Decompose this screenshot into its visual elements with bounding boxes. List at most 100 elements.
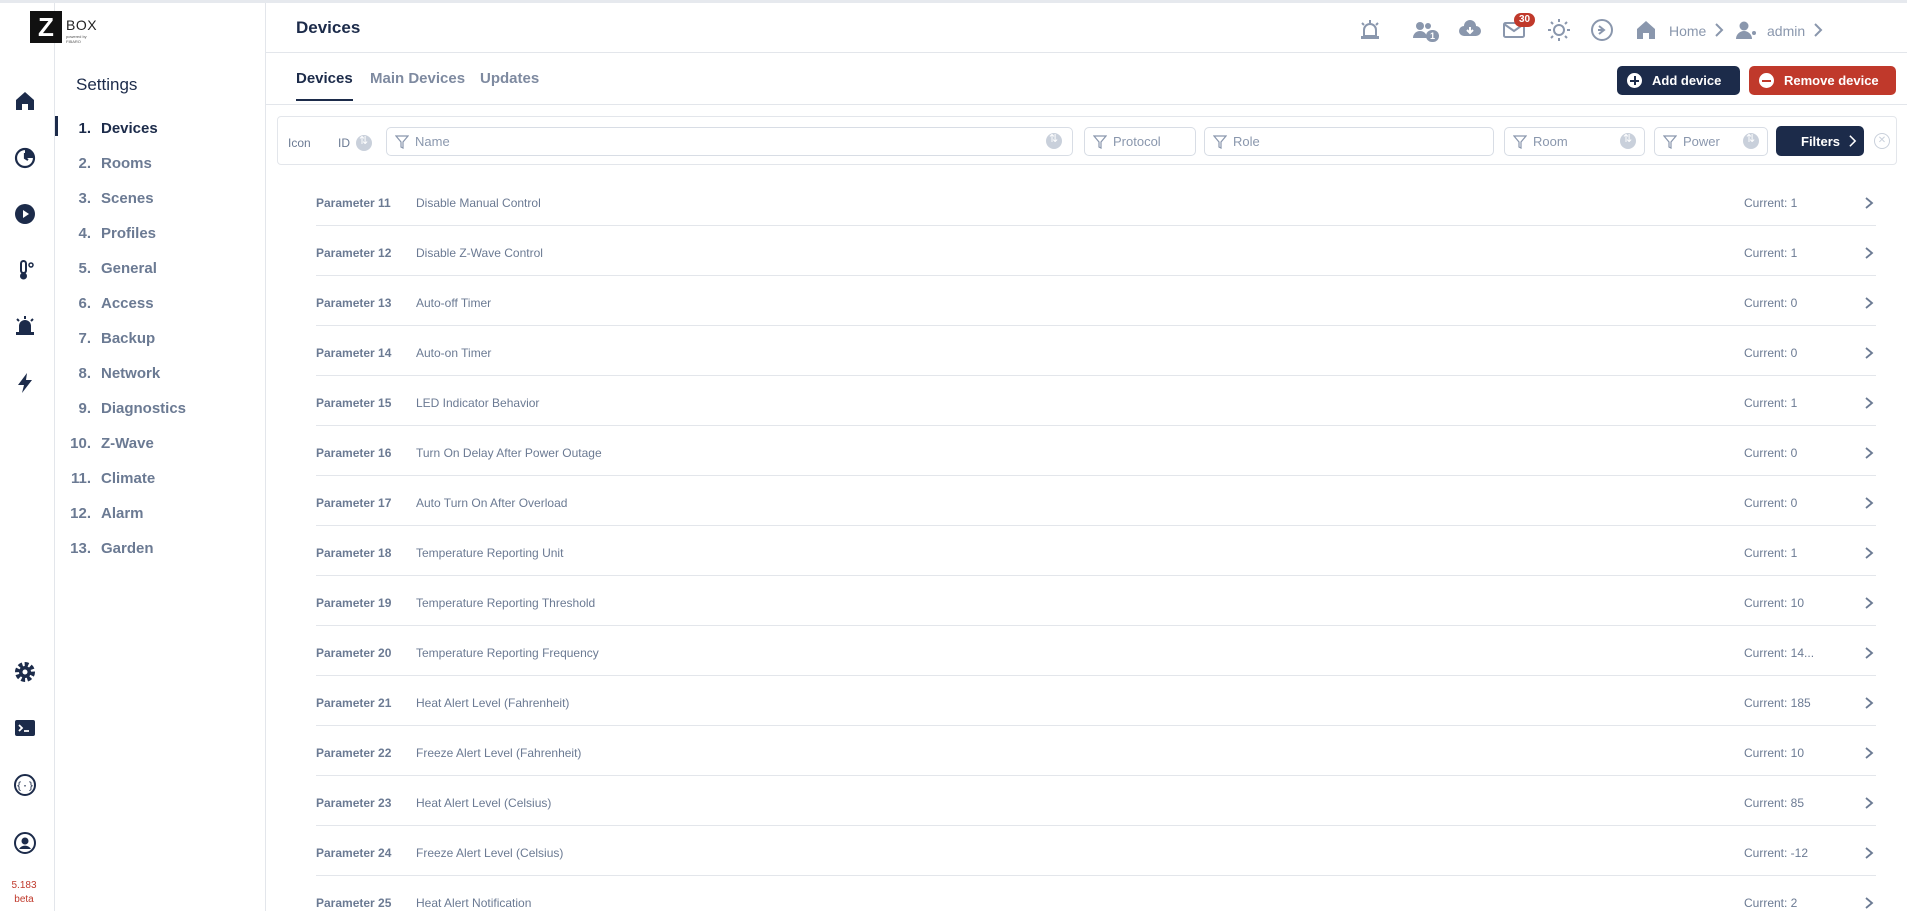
history-icon[interactable]	[12, 145, 38, 171]
sidebar-item-garden[interactable]: 13. Garden	[55, 531, 266, 566]
filters-button[interactable]: Filters	[1776, 126, 1864, 156]
column-icon-label: Icon	[288, 136, 311, 150]
parameter-name: Parameter 16	[316, 446, 392, 460]
home-icon[interactable]	[12, 88, 38, 114]
parameter-row[interactable]: Parameter 19 Temperature Reporting Thresh…	[316, 576, 1876, 626]
clear-filters-icon[interactable]: ✕	[1874, 133, 1890, 149]
api-braces-icon[interactable]: {·}	[12, 772, 38, 798]
scenes-play-icon[interactable]	[12, 201, 38, 227]
parameter-row[interactable]: Parameter 21 Heat Alert Level (Fahrenheit…	[316, 676, 1876, 726]
terminal-icon[interactable]	[12, 715, 38, 741]
tab-main-devices[interactable]: Main Devices	[370, 70, 465, 99]
sidebar-item-network[interactable]: 8. Network	[55, 356, 266, 391]
parameter-current-value: Current: 1	[1744, 546, 1798, 560]
parameter-row[interactable]: Parameter 15 LED Indicator Behavior Curren…	[316, 376, 1876, 426]
tab-devices[interactable]: Devices	[296, 70, 353, 101]
remove-device-button[interactable]: Remove device	[1749, 66, 1896, 95]
user-name-label[interactable]: admin	[1767, 23, 1805, 39]
home-icon[interactable]	[1632, 16, 1660, 44]
sort-name-icon[interactable]	[1046, 132, 1062, 149]
parameter-current-value: Current: 0	[1744, 296, 1798, 310]
sidebar-item-general[interactable]: 5. General	[55, 251, 266, 286]
cloud-download-icon[interactable]	[1456, 16, 1484, 44]
parameter-row[interactable]: Parameter 13 Auto-off Timer Current: 0	[316, 276, 1876, 326]
sidebar-item-rooms[interactable]: 2. Rooms	[55, 146, 266, 181]
name-filter-input[interactable]: Name	[386, 127, 1073, 156]
room-filter-input[interactable]: Room	[1504, 127, 1645, 156]
sidebar-item-alarm[interactable]: 12. Alarm	[55, 496, 266, 531]
chevron-right-icon[interactable]	[1864, 395, 1874, 411]
add-device-button[interactable]: Add device	[1617, 66, 1740, 95]
chevron-right-icon[interactable]	[1864, 895, 1874, 911]
role-filter-placeholder: Role	[1233, 134, 1260, 149]
chevron-right-icon[interactable]	[1864, 245, 1874, 261]
power-filter-input[interactable]: Power	[1654, 127, 1768, 156]
parameter-row[interactable]: Parameter 24 Freeze Alert Level (Celsius)…	[316, 826, 1876, 876]
parameter-row[interactable]: Parameter 11 Disable Manual Control Curren…	[316, 176, 1876, 226]
menu-num: 8.	[78, 365, 91, 382]
chevron-right-icon	[1849, 135, 1857, 147]
protocol-filter-input[interactable]: Protocol	[1084, 127, 1196, 156]
support-lifebuoy-icon[interactable]	[12, 830, 38, 856]
chevron-right-icon[interactable]	[1864, 745, 1874, 761]
logout-circle-icon[interactable]	[1588, 16, 1616, 44]
parameter-row[interactable]: Parameter 23 Heat Alert Level (Celsius) Cu…	[316, 776, 1876, 826]
parameter-row[interactable]: Parameter 17 Auto Turn On After Overload C…	[316, 476, 1876, 526]
sort-power-icon[interactable]	[1743, 132, 1759, 149]
parameter-current-value: Current: -12	[1744, 846, 1809, 860]
sidebar-item-z-wave[interactable]: 10. Z-Wave	[55, 426, 266, 461]
sidebar-item-diagnostics[interactable]: 9. Diagnostics	[55, 391, 266, 426]
chevron-right-icon[interactable]	[1864, 345, 1874, 361]
chevron-right-icon[interactable]	[1864, 545, 1874, 561]
chevron-right-icon[interactable]	[1864, 695, 1874, 711]
chevron-right-icon[interactable]	[1811, 22, 1825, 38]
alarm-siren-icon[interactable]	[12, 313, 38, 339]
filter-funnel-icon	[395, 134, 409, 149]
energy-bolt-icon[interactable]	[12, 370, 38, 396]
chevron-right-icon[interactable]	[1864, 645, 1874, 661]
sidebar-item-scenes[interactable]: 3. Scenes	[55, 181, 266, 216]
menu-num: 13.	[70, 540, 91, 557]
parameter-row[interactable]: Parameter 14 Auto-on Timer Current: 0	[316, 326, 1876, 376]
users-icon[interactable]: 1	[1409, 16, 1440, 44]
chevron-right-icon[interactable]	[1864, 445, 1874, 461]
tab-updates[interactable]: Updates	[480, 70, 539, 99]
chevron-right-icon[interactable]	[1864, 595, 1874, 611]
brightness-sun-icon[interactable]	[1545, 16, 1573, 44]
chevron-right-icon[interactable]	[1864, 795, 1874, 811]
role-filter-input[interactable]: Role	[1204, 127, 1494, 156]
parameter-row[interactable]: Parameter 18 Temperature Reporting Unit Cu…	[316, 526, 1876, 576]
parameter-row[interactable]: Parameter 20 Temperature Reporting Freque…	[316, 626, 1876, 676]
room-filter-placeholder: Room	[1533, 134, 1568, 149]
parameter-description: Temperature Reporting Frequency	[416, 646, 599, 660]
sidebar-item-access[interactable]: 6. Access	[55, 286, 266, 321]
menu-num: 7.	[78, 330, 91, 347]
parameter-row[interactable]: Parameter 22 Freeze Alert Level (Fahrenhe…	[316, 726, 1876, 776]
thermometer-icon[interactable]	[12, 257, 38, 283]
home-breadcrumb[interactable]: Home	[1669, 23, 1706, 39]
sidebar-item-backup[interactable]: 7. Backup	[55, 321, 266, 356]
chevron-right-icon[interactable]	[1864, 845, 1874, 861]
chevron-right-icon[interactable]	[1864, 495, 1874, 511]
alarm-siren-icon[interactable]	[1356, 16, 1384, 44]
chevron-right-icon[interactable]	[1864, 195, 1874, 211]
settings-gear-icon[interactable]	[12, 659, 38, 685]
chevron-right-icon[interactable]	[1864, 295, 1874, 311]
parameter-current-value: Current: 10	[1744, 596, 1805, 610]
sidebar-item-devices[interactable]: 1. Devices	[55, 111, 266, 146]
parameter-current-value: Current: 85	[1744, 796, 1805, 810]
messages-envelope-icon[interactable]: 30	[1500, 13, 1536, 44]
sort-id-icon[interactable]	[356, 134, 372, 151]
parameter-row[interactable]: Parameter 16 Turn On Delay After Power Ou…	[316, 426, 1876, 476]
sidebar-item-profiles[interactable]: 4. Profiles	[55, 216, 266, 251]
menu-label: Devices	[101, 120, 158, 137]
parameter-row[interactable]: Parameter 25 Heat Alert Notification Curre…	[316, 876, 1876, 911]
user-account-icon[interactable]	[1732, 16, 1760, 44]
parameter-description: Freeze Alert Level (Celsius)	[416, 846, 564, 860]
sort-room-icon[interactable]	[1620, 132, 1636, 149]
parameter-row[interactable]: Parameter 12 Disable Z-Wave Control Curren…	[316, 226, 1876, 276]
version-tag: beta	[14, 894, 34, 905]
sidebar-item-climate[interactable]: 11. Climate	[55, 461, 266, 496]
parameter-description: LED Indicator Behavior	[416, 396, 540, 410]
chevron-right-icon[interactable]	[1712, 22, 1726, 38]
